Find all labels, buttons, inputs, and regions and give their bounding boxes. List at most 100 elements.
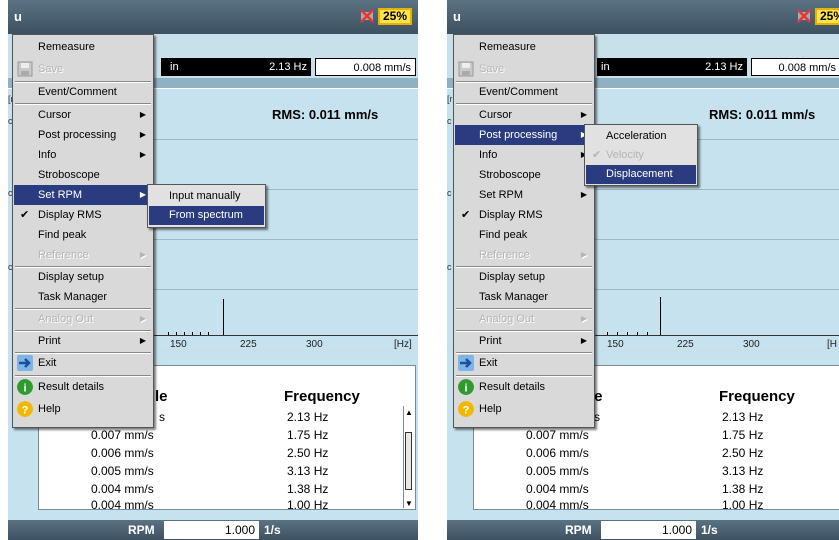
- table-cell-frequency: 1.75 Hz: [722, 428, 764, 442]
- menu-item-task-manager[interactable]: Task Manager: [14, 287, 152, 307]
- chevron-right-icon: ▶: [580, 190, 587, 199]
- x-unit-label: [Hz]: [394, 339, 412, 350]
- menu-item-result-details[interactable]: i Result details: [455, 377, 593, 397]
- menu-item-display-setup[interactable]: Display setup: [14, 267, 152, 287]
- check-icon: ✔: [592, 149, 602, 161]
- chevron-right-icon: ▶: [139, 250, 146, 259]
- chevron-right-icon: ▶: [139, 150, 146, 159]
- submenu-item-acceleration[interactable]: Acceleration: [586, 127, 696, 146]
- menu-item-display-setup[interactable]: Display setup: [455, 267, 593, 287]
- menu-item-result-details[interactable]: i Result details: [14, 377, 152, 397]
- menu-item-help[interactable]: ? Help: [455, 399, 593, 419]
- submenu-post-processing: Acceleration ✔ Velocity Displacement: [584, 124, 698, 186]
- table-cell-frequency: 3.13 Hz: [287, 464, 329, 478]
- table-cell-amplitude: 0.004 mm/s: [526, 498, 589, 512]
- exit-icon: [17, 355, 33, 371]
- y-label-fragment: c: [447, 262, 452, 272]
- menu-item-info[interactable]: Info▶: [455, 145, 593, 165]
- table-cell-frequency: 1.38 Hz: [722, 482, 764, 496]
- menu-item-print[interactable]: Print ▶: [14, 331, 152, 351]
- submenu-item-from-spectrum[interactable]: From spectrum: [149, 206, 264, 225]
- table-cell-amplitude: 0.004 mm/s: [91, 498, 154, 512]
- app-title: u: [453, 9, 461, 24]
- help-icon: ?: [458, 401, 474, 417]
- x-tick-label: 150: [170, 339, 187, 350]
- menu-item-print[interactable]: Print ▶: [455, 331, 593, 351]
- check-icon: ✔: [20, 209, 30, 221]
- menu-item-post-processing[interactable]: Post processing▶: [455, 125, 593, 145]
- table-cell-frequency: 2.50 Hz: [287, 446, 329, 460]
- rpm-input[interactable]: 1.000: [164, 521, 259, 539]
- table-cell-amplitude: s: [159, 410, 165, 424]
- context-menu: Remeasure Save Event/Comment Cursor ▶ Pos…: [453, 34, 595, 428]
- menu-item-exit[interactable]: Exit: [14, 353, 152, 373]
- device-screen-right: u 25% 2.13 Hz in 0.008 mm/s RMS: 0.011 m…: [447, 0, 839, 540]
- status-bar: RPM 1.000 1/s: [8, 520, 418, 540]
- menu-item-find-peak[interactable]: Find peak: [455, 225, 593, 245]
- menu-item-display-rms[interactable]: ✔ Display RMS: [14, 205, 152, 225]
- submenu-item-displacement[interactable]: Displacement: [586, 165, 696, 184]
- menu-item-info[interactable]: Info▶: [14, 145, 152, 165]
- scrollbar-thumb[interactable]: [405, 432, 412, 490]
- x-tick-label: 225: [240, 339, 257, 350]
- table-scrollbar[interactable]: ▲ ▼: [403, 406, 414, 508]
- svg-text:i: i: [464, 383, 467, 395]
- device-screen-left: u 25% 2.13 Hz in 0.008 mm/s RMS: 0.011 m…: [8, 0, 418, 540]
- menu-item-save[interactable]: Save: [14, 59, 152, 79]
- submenu-item-input-manually[interactable]: Input manually: [149, 187, 264, 206]
- table-cell-amplitude: 0.007 mm/s: [526, 428, 589, 442]
- menu-item-reference[interactable]: Reference ▶: [455, 245, 593, 265]
- chevron-right-icon: ▶: [139, 190, 146, 199]
- y-label-fragment: [r: [447, 94, 453, 104]
- svg-text:?: ?: [463, 405, 470, 417]
- rpm-unit: 1/s: [701, 523, 718, 537]
- table-cell-amplitude: 0.006 mm/s: [91, 446, 154, 460]
- menu-item-event-comment[interactable]: Event/Comment: [14, 82, 152, 102]
- menu-item-remeasure[interactable]: Remeasure: [455, 37, 593, 57]
- menu-item-event-comment[interactable]: Event/Comment: [455, 82, 593, 102]
- menu-item-analog-out[interactable]: Analog Out ▶: [14, 309, 152, 329]
- x-tick-label: 225: [677, 339, 694, 350]
- menu-item-task-manager[interactable]: Task Manager: [455, 287, 593, 307]
- chevron-right-icon: ▶: [139, 110, 146, 119]
- chevron-right-icon: ▶: [580, 336, 587, 345]
- battery-indicator: 25%: [815, 8, 839, 25]
- menu-item-stroboscope[interactable]: Stroboscope: [455, 165, 593, 185]
- table-cell-amplitude: 0.005 mm/s: [526, 464, 589, 478]
- menu-item-set-rpm[interactable]: Set RPM ▶: [14, 185, 152, 205]
- column-header-frequency: Frequency: [719, 388, 795, 405]
- table-cell-frequency: 3.13 Hz: [722, 464, 764, 478]
- status-bar: RPM 1.000 1/s: [447, 520, 839, 540]
- menu-item-find-peak[interactable]: Find peak: [14, 225, 152, 245]
- header-fragment: in: [168, 58, 188, 76]
- menu-item-analog-out[interactable]: Analog Out ▶: [455, 309, 593, 329]
- menu-item-set-rpm[interactable]: Set RPM ▶: [455, 185, 593, 205]
- menu-item-display-rms[interactable]: ✔ Display RMS: [455, 205, 593, 225]
- submenu-set-rpm: Input manually From spectrum: [147, 184, 266, 228]
- menu-item-cursor[interactable]: Cursor ▶: [14, 105, 152, 125]
- chevron-right-icon: ▶: [139, 314, 146, 323]
- menu-item-post-processing[interactable]: Post processing▶: [14, 125, 152, 145]
- menu-item-stroboscope[interactable]: Stroboscope: [14, 165, 152, 185]
- exit-icon: [458, 355, 474, 371]
- menu-item-exit[interactable]: Exit: [455, 353, 593, 373]
- menu-item-help[interactable]: ? Help: [14, 399, 152, 419]
- rms-value: RMS: 0.011 mm/s: [709, 107, 816, 122]
- menu-item-reference[interactable]: Reference ▶: [14, 245, 152, 265]
- info-icon: i: [17, 379, 33, 395]
- scroll-up-icon[interactable]: ▲: [404, 408, 414, 417]
- title-bar: u 25%: [8, 0, 418, 34]
- rpm-input[interactable]: 1.000: [601, 521, 696, 539]
- table-cell-amplitude: 0.004 mm/s: [526, 482, 589, 496]
- menu-item-save[interactable]: Save: [455, 59, 593, 79]
- table-cell-frequency: 1.00 Hz: [287, 498, 329, 512]
- submenu-item-velocity[interactable]: ✔ Velocity: [586, 146, 696, 165]
- menu-item-remeasure[interactable]: Remeasure: [14, 37, 152, 57]
- scroll-down-icon[interactable]: ▼: [404, 499, 414, 508]
- column-header-amplitude: le: [155, 388, 168, 405]
- svg-text:?: ?: [22, 405, 29, 417]
- table-cell-amplitude: 0.007 mm/s: [91, 428, 154, 442]
- save-icon: [17, 61, 33, 77]
- menu-item-cursor[interactable]: Cursor ▶: [455, 105, 593, 125]
- spectrum-peak: [223, 299, 224, 335]
